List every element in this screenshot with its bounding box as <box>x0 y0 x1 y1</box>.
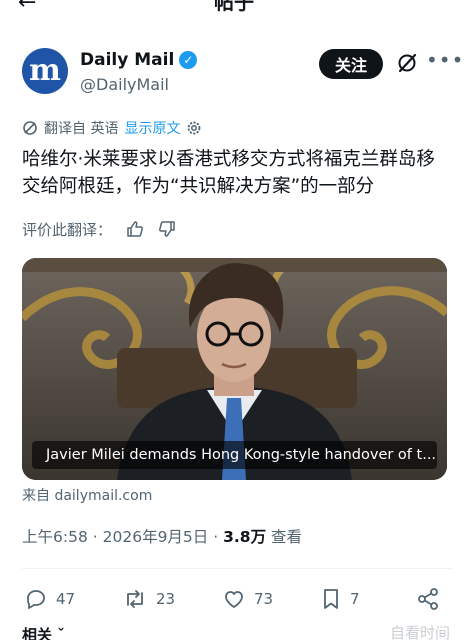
bookmark-icon <box>324 589 338 609</box>
media-card[interactable]: Javier Milei demands Hong Kong-style han… <box>22 258 447 480</box>
gear-icon[interactable] <box>186 120 202 136</box>
top-bar: ← 帖子 <box>0 0 468 14</box>
page-title: 帖子 <box>214 0 254 14</box>
watermark: 自看时间 <box>389 624 450 640</box>
follow-button[interactable]: 关注 <box>319 49 383 79</box>
thumbs-down-icon[interactable] <box>158 220 176 238</box>
related-section-title: 相关 ˇ <box>22 626 65 640</box>
divider <box>22 568 452 569</box>
rate-translation-label: 评价此翻译： <box>22 220 113 239</box>
view-count: 3.8万 <box>223 528 267 546</box>
meta-separator: · <box>92 528 98 546</box>
rate-translation-row: 评价此翻译： <box>22 218 176 240</box>
tweet-meta: 上午6:58 · 2026年9月5日 · 3.8万 查看 <box>22 527 302 547</box>
thumbs-up-icon[interactable] <box>126 220 144 238</box>
author-name: Daily Mail <box>80 50 175 70</box>
avatar-letter: m <box>29 53 61 88</box>
meta-separator-2: · <box>213 528 219 546</box>
tweet-author-header: m Daily Mail ✓ @DailyMail 关注 ••• <box>22 44 463 100</box>
author-handle[interactable]: @DailyMail <box>80 75 169 95</box>
more-options-icon[interactable]: ••• <box>426 50 464 70</box>
link-source[interactable]: 来自 dailymail.com <box>22 487 152 505</box>
grok-icon[interactable] <box>396 52 418 74</box>
repost-icon <box>127 590 143 608</box>
verified-badge-icon: ✓ <box>179 51 198 69</box>
translated-from-label: 翻译自 英语 <box>44 121 119 137</box>
media-caption: Javier Milei demands Hong Kong-style han… <box>32 441 437 469</box>
avatar[interactable]: m <box>22 48 68 94</box>
action-bar: 47 23 73 7 <box>22 586 452 612</box>
share-button[interactable] <box>416 586 440 612</box>
chevron-down-icon[interactable]: ˇ <box>57 626 65 640</box>
bookmark-button[interactable]: 7 <box>320 586 360 612</box>
share-icon <box>418 588 438 610</box>
translate-icon <box>23 121 37 135</box>
heart-icon <box>225 591 243 608</box>
reply-button[interactable]: 47 <box>24 586 75 612</box>
bookmark-count: 7 <box>350 590 360 608</box>
author-name-row[interactable]: Daily Mail ✓ <box>80 50 198 70</box>
reply-count: 47 <box>56 590 76 608</box>
like-button[interactable]: 73 <box>222 586 273 612</box>
tweet-date: 2026年9月5日 <box>102 528 209 546</box>
translation-info-row: 翻译自 英语 显示原文 <box>22 118 202 138</box>
reply-icon <box>27 590 45 609</box>
repost-count: 23 <box>156 590 176 608</box>
like-count: 73 <box>254 590 274 608</box>
tweet-text: 哈维尔·米莱要求以香港式移交方式将福克兰群岛移交给阿根廷，作为“共识解决方案”的… <box>22 149 435 197</box>
repost-button[interactable]: 23 <box>122 586 175 612</box>
tweet-time: 上午6:58 <box>22 528 88 546</box>
view-count-label: 查看 <box>271 528 303 546</box>
show-original-link[interactable]: 显示原文 <box>124 118 180 138</box>
related-label: 相关 <box>22 626 53 640</box>
